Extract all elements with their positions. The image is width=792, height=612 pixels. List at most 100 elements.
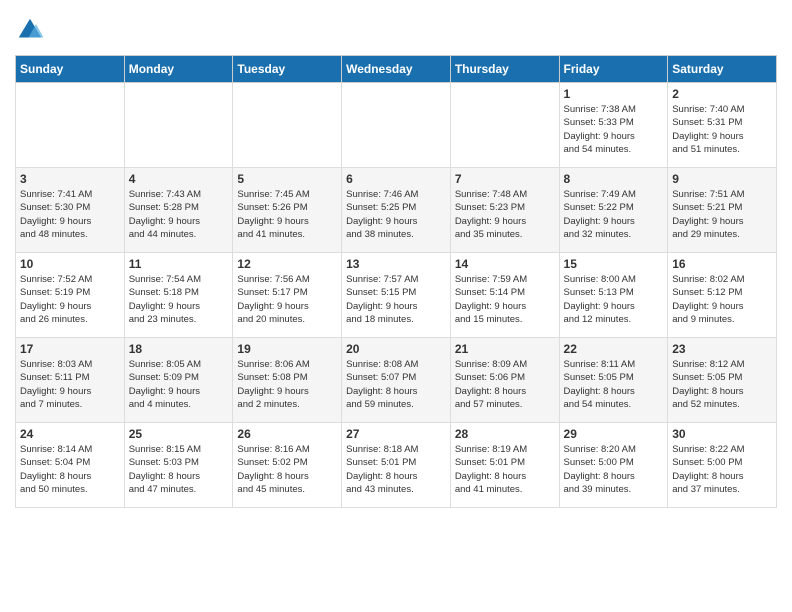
calendar-header-row: SundayMondayTuesdayWednesdayThursdayFrid… [16, 56, 777, 83]
day-number: 16 [672, 257, 772, 271]
day-number: 10 [20, 257, 120, 271]
calendar-cell: 10 Sunrise: 7:52 AM Sunset: 5:19 PM Dayli… [16, 253, 125, 338]
day-info: Sunrise: 8:06 AM Sunset: 5:08 PM Dayligh… [237, 358, 337, 411]
day-number: 19 [237, 342, 337, 356]
day-number: 12 [237, 257, 337, 271]
calendar-cell: 5 Sunrise: 7:45 AM Sunset: 5:26 PM Daylig… [233, 168, 342, 253]
calendar-cell: 16 Sunrise: 8:02 AM Sunset: 5:12 PM Dayli… [668, 253, 777, 338]
day-info: Sunrise: 8:05 AM Sunset: 5:09 PM Dayligh… [129, 358, 229, 411]
day-number: 23 [672, 342, 772, 356]
calendar-cell: 13Sunrise: 7:57 AM Sunset: 5:15 PM Dayli… [342, 253, 451, 338]
day-of-week-header: Sunday [16, 56, 125, 83]
day-of-week-header: Wednesday [342, 56, 451, 83]
calendar-table: SundayMondayTuesdayWednesdayThursdayFrid… [15, 55, 777, 508]
day-number: 14 [455, 257, 555, 271]
calendar-cell [124, 83, 233, 168]
calendar-week-row: 1Sunrise: 7:38 AM Sunset: 5:33 PM Daylig… [16, 83, 777, 168]
calendar-cell: 15 Sunrise: 8:00 AM Sunset: 5:13 PM Dayli… [559, 253, 668, 338]
day-of-week-header: Monday [124, 56, 233, 83]
calendar-cell [233, 83, 342, 168]
day-info: Sunrise: 8:22 AM Sunset: 5:00 PM Dayligh… [672, 443, 772, 496]
day-info: Sunrise: 8:19 AM Sunset: 5:01 PM Dayligh… [455, 443, 555, 496]
calendar-cell: 23Sunrise: 8:12 AM Sunset: 5:05 PM Dayli… [668, 338, 777, 423]
calendar-cell: 11 Sunrise: 7:54 AM Sunset: 5:18 PM Dayli… [124, 253, 233, 338]
day-number: 24 [20, 427, 120, 441]
day-number: 15 [564, 257, 664, 271]
day-number: 17 [20, 342, 120, 356]
calendar-cell: 17 Sunrise: 8:03 AM Sunset: 5:11 PM Dayli… [16, 338, 125, 423]
day-info: Sunrise: 7:43 AM Sunset: 5:28 PM Dayligh… [129, 188, 229, 241]
day-info: Sunrise: 7:52 AM Sunset: 5:19 PM Dayligh… [20, 273, 120, 326]
logo [15, 15, 49, 45]
calendar-cell: 14 Sunrise: 7:59 AM Sunset: 5:14 PM Dayli… [450, 253, 559, 338]
calendar-cell: 30 Sunrise: 8:22 AM Sunset: 5:00 PM Dayli… [668, 423, 777, 508]
day-info: Sunrise: 8:15 AM Sunset: 5:03 PM Dayligh… [129, 443, 229, 496]
calendar-cell: 27 Sunrise: 8:18 AM Sunset: 5:01 PM Dayli… [342, 423, 451, 508]
day-number: 26 [237, 427, 337, 441]
day-number: 11 [129, 257, 229, 271]
day-info: Sunrise: 7:48 AM Sunset: 5:23 PM Dayligh… [455, 188, 555, 241]
day-number: 2 [672, 87, 772, 101]
calendar-cell: 24Sunrise: 8:14 AM Sunset: 5:04 PM Dayli… [16, 423, 125, 508]
calendar-cell: 19 Sunrise: 8:06 AM Sunset: 5:08 PM Dayli… [233, 338, 342, 423]
day-info: Sunrise: 7:46 AM Sunset: 5:25 PM Dayligh… [346, 188, 446, 241]
day-info: Sunrise: 8:02 AM Sunset: 5:12 PM Dayligh… [672, 273, 772, 326]
calendar-cell: 28 Sunrise: 8:19 AM Sunset: 5:01 PM Dayli… [450, 423, 559, 508]
calendar-cell: 9 Sunrise: 7:51 AM Sunset: 5:21 PM Daylig… [668, 168, 777, 253]
calendar-week-row: 24Sunrise: 8:14 AM Sunset: 5:04 PM Dayli… [16, 423, 777, 508]
calendar-cell [16, 83, 125, 168]
day-number: 27 [346, 427, 446, 441]
day-number: 1 [564, 87, 664, 101]
calendar-cell: 7 Sunrise: 7:48 AM Sunset: 5:23 PM Daylig… [450, 168, 559, 253]
day-number: 30 [672, 427, 772, 441]
day-info: Sunrise: 8:03 AM Sunset: 5:11 PM Dayligh… [20, 358, 120, 411]
day-info: Sunrise: 8:08 AM Sunset: 5:07 PM Dayligh… [346, 358, 446, 411]
calendar-cell: 18Sunrise: 8:05 AM Sunset: 5:09 PM Dayli… [124, 338, 233, 423]
calendar-cell: 2 Sunrise: 7:40 AM Sunset: 5:31 PM Daylig… [668, 83, 777, 168]
day-number: 22 [564, 342, 664, 356]
calendar-cell: 8 Sunrise: 7:49 AM Sunset: 5:22 PM Daylig… [559, 168, 668, 253]
day-number: 29 [564, 427, 664, 441]
calendar-cell: 3 Sunrise: 7:41 AM Sunset: 5:30 PM Daylig… [16, 168, 125, 253]
day-info: Sunrise: 8:11 AM Sunset: 5:05 PM Dayligh… [564, 358, 664, 411]
calendar-cell: 26 Sunrise: 8:16 AM Sunset: 5:02 PM Dayli… [233, 423, 342, 508]
day-info: Sunrise: 7:41 AM Sunset: 5:30 PM Dayligh… [20, 188, 120, 241]
day-info: Sunrise: 8:09 AM Sunset: 5:06 PM Dayligh… [455, 358, 555, 411]
calendar-cell: 29 Sunrise: 8:20 AM Sunset: 5:00 PM Dayli… [559, 423, 668, 508]
calendar-cell [342, 83, 451, 168]
day-info: Sunrise: 7:51 AM Sunset: 5:21 PM Dayligh… [672, 188, 772, 241]
calendar-cell: 22 Sunrise: 8:11 AM Sunset: 5:05 PM Dayli… [559, 338, 668, 423]
calendar-cell: 4Sunrise: 7:43 AM Sunset: 5:28 PM Daylig… [124, 168, 233, 253]
day-of-week-header: Tuesday [233, 56, 342, 83]
logo-icon [15, 15, 45, 45]
day-number: 5 [237, 172, 337, 186]
page-header [15, 15, 777, 45]
calendar-cell: 21 Sunrise: 8:09 AM Sunset: 5:06 PM Dayli… [450, 338, 559, 423]
day-of-week-header: Thursday [450, 56, 559, 83]
day-info: Sunrise: 7:40 AM Sunset: 5:31 PM Dayligh… [672, 103, 772, 156]
calendar-week-row: 3 Sunrise: 7:41 AM Sunset: 5:30 PM Daylig… [16, 168, 777, 253]
calendar-cell: 25Sunrise: 8:15 AM Sunset: 5:03 PM Dayli… [124, 423, 233, 508]
day-info: Sunrise: 7:49 AM Sunset: 5:22 PM Dayligh… [564, 188, 664, 241]
day-info: Sunrise: 8:00 AM Sunset: 5:13 PM Dayligh… [564, 273, 664, 326]
day-info: Sunrise: 7:45 AM Sunset: 5:26 PM Dayligh… [237, 188, 337, 241]
day-number: 21 [455, 342, 555, 356]
day-info: Sunrise: 7:59 AM Sunset: 5:14 PM Dayligh… [455, 273, 555, 326]
day-number: 8 [564, 172, 664, 186]
day-of-week-header: Saturday [668, 56, 777, 83]
calendar-cell [450, 83, 559, 168]
day-info: Sunrise: 8:16 AM Sunset: 5:02 PM Dayligh… [237, 443, 337, 496]
calendar-cell: 20 Sunrise: 8:08 AM Sunset: 5:07 PM Dayli… [342, 338, 451, 423]
day-info: Sunrise: 8:18 AM Sunset: 5:01 PM Dayligh… [346, 443, 446, 496]
day-number: 28 [455, 427, 555, 441]
day-number: 13 [346, 257, 446, 271]
day-info: Sunrise: 8:20 AM Sunset: 5:00 PM Dayligh… [564, 443, 664, 496]
day-number: 7 [455, 172, 555, 186]
calendar-cell: 12Sunrise: 7:56 AM Sunset: 5:17 PM Dayli… [233, 253, 342, 338]
day-number: 9 [672, 172, 772, 186]
day-number: 3 [20, 172, 120, 186]
day-number: 20 [346, 342, 446, 356]
calendar-week-row: 17 Sunrise: 8:03 AM Sunset: 5:11 PM Dayli… [16, 338, 777, 423]
day-info: Sunrise: 7:54 AM Sunset: 5:18 PM Dayligh… [129, 273, 229, 326]
calendar-week-row: 10 Sunrise: 7:52 AM Sunset: 5:19 PM Dayli… [16, 253, 777, 338]
